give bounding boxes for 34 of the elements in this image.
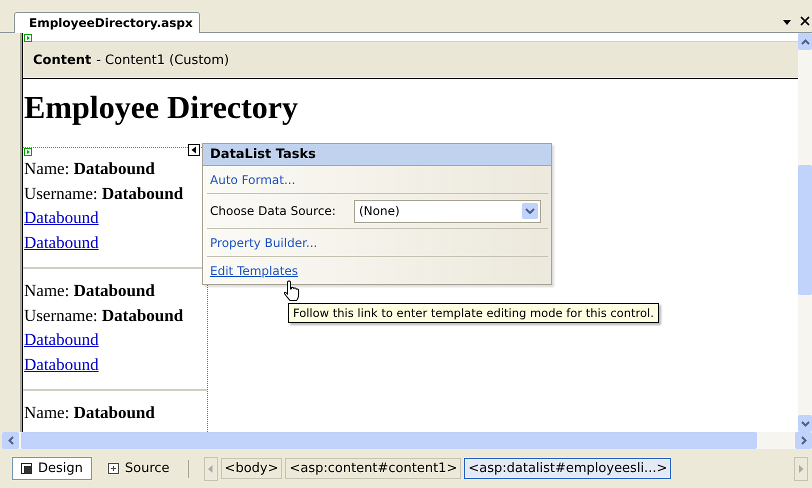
content-label: Content xyxy=(33,52,92,68)
panel-title: DataList Tasks xyxy=(203,144,551,166)
data-source-label: Choose Data Source: xyxy=(210,204,337,218)
name-field-text: Name: Databound xyxy=(24,402,156,424)
task-link[interactable]: Edit Templates xyxy=(210,264,298,278)
source-view-icon xyxy=(108,463,119,474)
task-link[interactable]: Auto Format... xyxy=(210,172,296,186)
databound-link[interactable]: Databound xyxy=(24,330,99,349)
vertical-scrollbar[interactable] xyxy=(798,33,812,432)
view-tab[interactable]: Design xyxy=(12,457,92,480)
horizontal-scrollbar[interactable] xyxy=(2,432,812,449)
view-tab[interactable]: Source xyxy=(98,457,179,480)
databound-link[interactable]: Databound xyxy=(24,208,99,227)
name-field-text: Name: Databound xyxy=(24,158,156,180)
tooltip: Follow this link to enter template editing mode for this control. xyxy=(288,303,659,323)
content-detail: - Content1 (Custom) xyxy=(96,52,230,68)
databound-link[interactable]: Databound xyxy=(24,232,99,252)
databound-link[interactable]: Databound xyxy=(24,354,99,374)
name-field-text: Name: Databound xyxy=(24,280,156,302)
right-triangle-icon xyxy=(798,464,804,472)
close-icon[interactable] xyxy=(800,16,810,26)
username-field-text: Username: Databound xyxy=(24,182,184,204)
tag-breadcrumb[interactable]: <asp:datalist#employeesli...> xyxy=(464,458,672,479)
smart-tag-glyph-icon[interactable] xyxy=(188,144,200,156)
task-link[interactable]: Property Builder... xyxy=(210,236,318,250)
page-heading: Employee Directory xyxy=(24,88,299,127)
data-source-dropdown[interactable]: (None) xyxy=(354,200,541,222)
document-tab[interactable]: EmployeeDirectory.aspx xyxy=(14,12,200,33)
left-triangle-icon xyxy=(208,464,214,472)
tag-breadcrumb[interactable]: <body> xyxy=(220,458,282,479)
tag-breadcrumb[interactable]: <asp:content#content1> xyxy=(285,458,462,479)
dropdown-arrow-icon[interactable] xyxy=(782,18,792,26)
username-field-text: Username: Databound xyxy=(24,304,184,326)
design-view-icon xyxy=(21,463,32,474)
